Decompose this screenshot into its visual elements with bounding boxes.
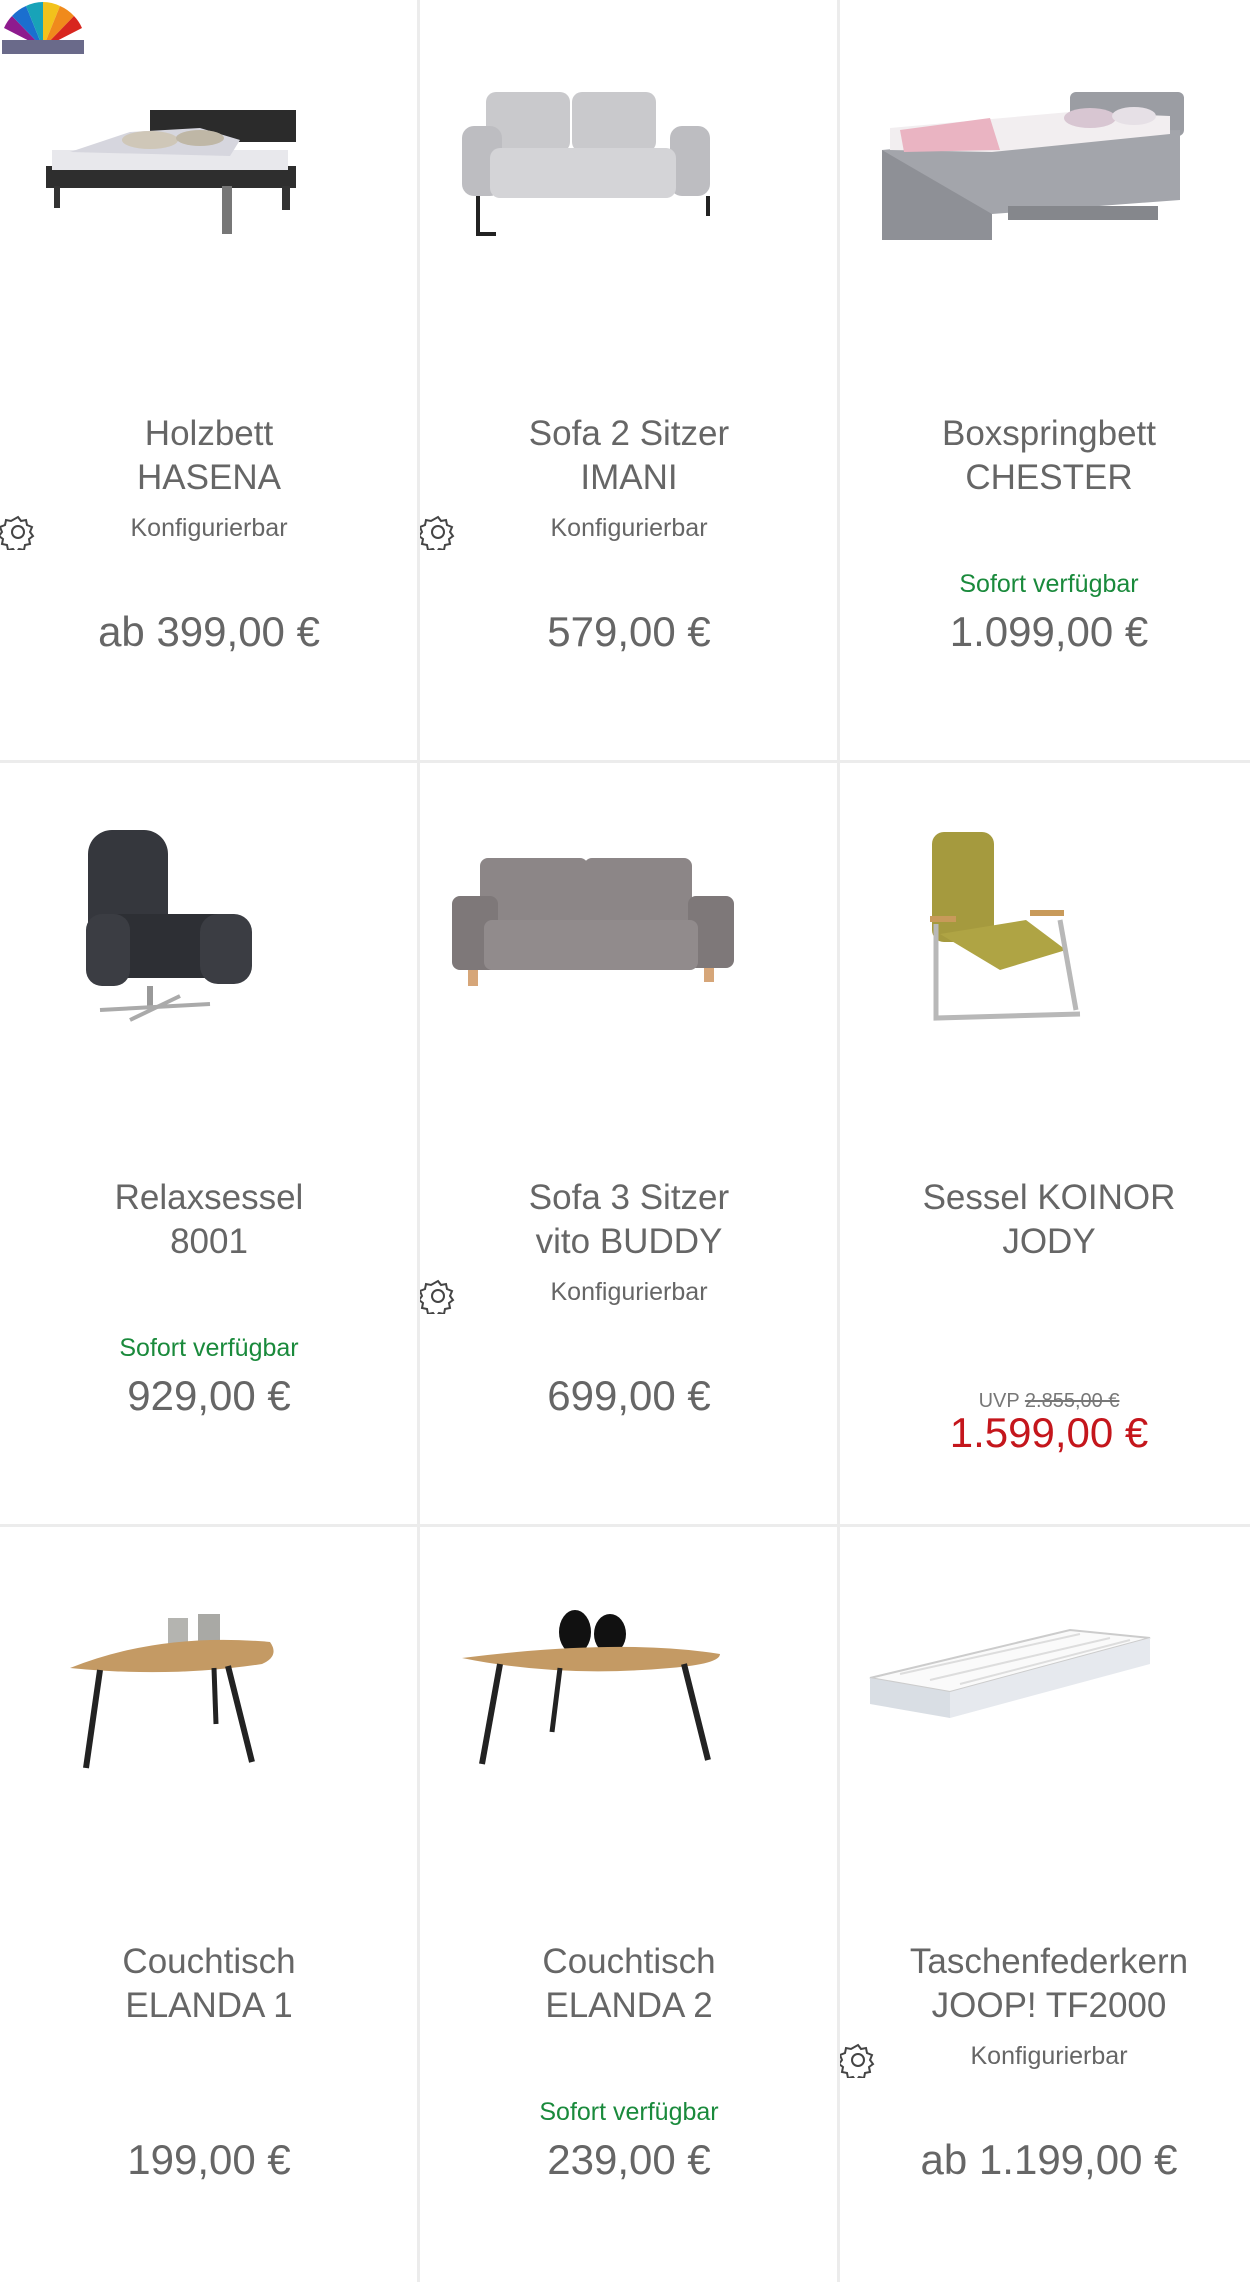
configurable-badge: Konfigurierbar	[420, 514, 838, 550]
sale-price: 1.599,00 €	[949, 1409, 1149, 1456]
product-name[interactable]: Couchtisch ELANDA 1	[10, 1940, 408, 2028]
sofa-icon[interactable]	[420, 0, 838, 320]
recliner-icon[interactable]	[0, 764, 418, 1084]
gear-icon	[420, 515, 455, 550]
product-name[interactable]: Boxspringbett CHESTER	[850, 412, 1248, 500]
product-name[interactable]: Relaxsessel 8001	[10, 1176, 408, 1264]
product-card-sessel-koinor-jody[interactable]: Sessel KOINOR JODY UVP 2.855,00 € 1.599,…	[840, 764, 1250, 1525]
product-price: 699,00 €	[547, 1372, 711, 1419]
availability-label: Sofort verfügbar	[539, 2098, 719, 2126]
product-price: 929,00 €	[127, 1372, 291, 1419]
product-card-couchtisch-elanda-1[interactable]: Couchtisch ELANDA 1 199,00 €	[0, 1528, 418, 2289]
gear-icon	[840, 2043, 875, 2078]
product-price: 239,00 €	[547, 2136, 711, 2183]
gear-icon	[420, 1279, 455, 1314]
product-price: ab 399,00 €	[98, 608, 320, 655]
coffee-table-icon[interactable]	[0, 1528, 418, 1848]
product-price: ab 1.199,00 €	[920, 2136, 1178, 2183]
armchair-icon[interactable]	[840, 764, 1250, 1084]
product-grid: Holzbett HASENA Konfigurierbar ab 399,00…	[0, 0, 1250, 2282]
product-price: 579,00 €	[547, 608, 711, 655]
gear-icon	[0, 515, 35, 550]
coffee-table-icon[interactable]	[420, 1528, 838, 1848]
product-name[interactable]: Couchtisch ELANDA 2	[430, 1940, 828, 2028]
product-price: 199,00 €	[127, 2136, 291, 2183]
mattress-icon[interactable]	[840, 1528, 1250, 1848]
availability-label: Sofort verfügbar	[959, 570, 1139, 598]
product-card-holzbett-hasena[interactable]: Holzbett HASENA Konfigurierbar ab 399,00…	[0, 0, 418, 761]
product-name[interactable]: Sofa 3 Sitzer vito BUDDY	[430, 1176, 828, 1264]
product-price: 1.099,00 €	[949, 608, 1149, 655]
product-card-sofa-vito-buddy[interactable]: Sofa 3 Sitzer vito BUDDY Konfigurierbar …	[420, 764, 838, 1525]
configurable-badge: Konfigurierbar	[0, 514, 418, 550]
availability-label: Sofort verfügbar	[119, 1334, 299, 1362]
product-card-boxspringbett-chester[interactable]: Boxspringbett CHESTER Sofort verfügbar 1…	[840, 0, 1250, 761]
product-name[interactable]: Taschenfederkern JOOP! TF2000	[850, 1940, 1248, 2028]
sofa-icon[interactable]	[420, 764, 838, 1084]
boxspring-bed-icon[interactable]	[840, 0, 1250, 320]
product-card-couchtisch-elanda-2[interactable]: Couchtisch ELANDA 2 Sofort verfügbar 239…	[420, 1528, 838, 2289]
configurable-badge: Konfigurierbar	[420, 1278, 838, 1314]
product-card-sofa-imani[interactable]: Sofa 2 Sitzer IMANI Konfigurierbar 579,0…	[420, 0, 838, 761]
configurable-badge: Konfigurierbar	[840, 2042, 1250, 2078]
product-name[interactable]: Holzbett HASENA	[10, 412, 408, 500]
product-name[interactable]: Sessel KOINOR JODY	[850, 1176, 1248, 1264]
color-swatch-icon	[2, 2, 84, 54]
product-card-relaxsessel-8001[interactable]: Relaxsessel 8001 Sofort verfügbar 929,00…	[0, 764, 418, 1525]
product-card-taschenfederkern-joop[interactable]: Taschenfederkern JOOP! TF2000 Konfigurie…	[840, 1528, 1250, 2289]
product-name[interactable]: Sofa 2 Sitzer IMANI	[430, 412, 828, 500]
